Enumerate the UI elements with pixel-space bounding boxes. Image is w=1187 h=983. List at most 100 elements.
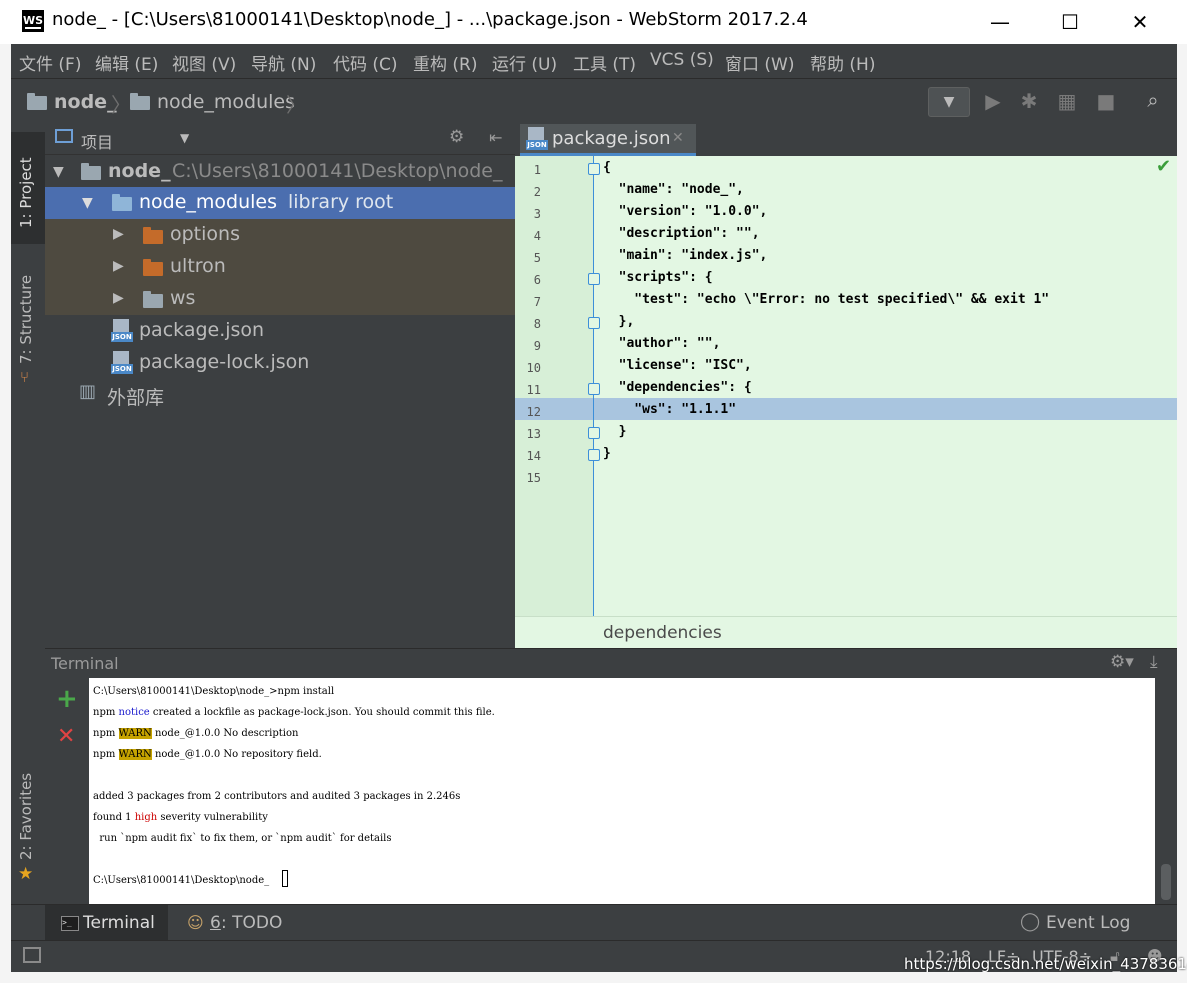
coverage-icon[interactable]: ▦ xyxy=(1055,89,1079,113)
gear-icon[interactable]: ⚙ xyxy=(449,127,464,147)
tree-row-options[interactable]: ▶ options xyxy=(45,219,515,251)
json-file-icon: JSON xyxy=(526,127,548,151)
editor-breadcrumb[interactable]: dependencies xyxy=(603,623,722,643)
editor-tab-package-json[interactable]: JSON package.json ✕ xyxy=(520,124,696,156)
run-config-dropdown[interactable]: ▼ xyxy=(928,87,970,117)
tree-row-package-lock-json[interactable]: JSON package-lock.json xyxy=(45,347,515,379)
watermark: https://blog.csdn.net/weixin_43783614 xyxy=(904,955,1187,973)
terminal-text: severity vulnerability xyxy=(157,812,268,823)
warn-badge: WARN xyxy=(118,728,152,739)
code-line: "version": "1.0.0", xyxy=(603,204,768,219)
breadcrumb-project[interactable]: node_ xyxy=(54,91,117,113)
new-session-plus-icon[interactable]: + xyxy=(56,684,78,714)
bottom-tool-tabs: >_ Terminal ☺ 6 : TODO ◯ Event Log xyxy=(11,904,1177,941)
maximize-icon[interactable]: ☐ xyxy=(1035,0,1105,44)
view-dropdown-icon[interactable]: ▼ xyxy=(180,131,189,145)
run-icon[interactable]: ▶ xyxy=(981,89,1005,113)
tab-structure[interactable]: 7: Structure ⑂ xyxy=(11,264,45,394)
terminal-line: npm notice created a lockfile as package… xyxy=(93,707,495,718)
menu-help[interactable]: 帮助 (H) xyxy=(810,50,875,75)
folder-label: options xyxy=(170,223,240,245)
todo-icon: ☺ xyxy=(187,913,204,932)
tree-row-node-modules[interactable]: ▼ node_modules library root xyxy=(45,187,515,219)
line-number: 3 xyxy=(533,207,541,221)
tool-windows-toggle-icon[interactable] xyxy=(23,947,41,963)
close-session-icon[interactable]: ✕ xyxy=(57,724,75,749)
hide-panel-icon[interactable]: ⤓ xyxy=(1150,652,1158,672)
project-panel-title[interactable]: 项目 xyxy=(81,129,113,153)
fold-marker-icon[interactable] xyxy=(588,317,600,329)
menu-file[interactable]: 文件 (F) xyxy=(19,50,81,75)
menu-code[interactable]: 代码 (C) xyxy=(333,50,398,75)
fold-marker-icon[interactable] xyxy=(588,383,600,395)
code-line: } xyxy=(603,424,627,439)
debug-icon[interactable]: ✱ xyxy=(1017,89,1041,113)
terminal-icon: >_ xyxy=(61,916,79,931)
terminal-line: C:\Users\81000141\Desktop\node_>npm inst… xyxy=(93,686,334,697)
fold-marker-icon[interactable] xyxy=(588,273,600,285)
collapse-panel-icon[interactable]: ⇤ xyxy=(489,128,502,147)
stop-icon[interactable]: ■ xyxy=(1094,89,1118,113)
line-number: 15 xyxy=(526,471,541,485)
tab-terminal[interactable]: >_ Terminal xyxy=(45,905,168,941)
background-window-strip-left xyxy=(0,44,11,983)
menu-vcs[interactable]: VCS (S) xyxy=(650,50,714,70)
terminal-line: npm WARN node_@1.0.0 No description xyxy=(93,728,298,739)
close-icon[interactable]: ✕ xyxy=(1105,0,1175,44)
webstorm-logo: WS xyxy=(22,10,44,32)
navigation-bar: node_ 〉 node_modules 〉 ▼ ▶ ✱ ▦ ■ ⌕ xyxy=(11,78,1177,126)
tab-favorites[interactable]: 2: Favorites ★ xyxy=(11,764,45,889)
tree-row-ultron[interactable]: ▶ ultron xyxy=(45,251,515,283)
terminal-text: npm xyxy=(93,749,119,760)
expanded-arrow-icon: ▼ xyxy=(82,195,93,211)
terminal-line: run `npm audit fix` to fix them, or `npm… xyxy=(93,833,391,844)
favorites-star-icon: ★ xyxy=(18,864,34,884)
menu-view[interactable]: 视图 (V) xyxy=(172,50,236,75)
terminal-text: node_@1.0.0 No description xyxy=(151,728,299,739)
menu-edit[interactable]: 编辑 (E) xyxy=(95,50,158,75)
breadcrumb-node-modules[interactable]: node_modules xyxy=(157,91,295,113)
fold-marker-icon[interactable] xyxy=(588,163,600,175)
terminal-text: C:\Users\81000141\Desktop\node_ xyxy=(93,875,270,886)
tab-project[interactable]: 1: Project xyxy=(11,132,45,244)
notice-tag: notice xyxy=(118,707,150,718)
code-line: "test": "echo \"Error: no test specified… xyxy=(603,292,1050,307)
tree-row-package-json[interactable]: JSON package.json xyxy=(45,315,515,347)
gear-icon[interactable]: ⚙▾ xyxy=(1110,652,1134,672)
tab-todo-number: 6 xyxy=(210,913,221,933)
minimize-icon[interactable]: — xyxy=(965,0,1035,44)
terminal-text: npm xyxy=(93,707,119,718)
tree-row-external-libraries[interactable]: ▥ 外部库 xyxy=(45,379,515,411)
menu-tools[interactable]: 工具 (T) xyxy=(573,50,636,75)
code-line: "author": "", xyxy=(603,336,721,351)
code-line: } xyxy=(603,446,611,461)
code-line: "name": "node_", xyxy=(603,182,744,197)
folder-icon xyxy=(81,163,101,180)
fold-marker-icon[interactable] xyxy=(588,449,600,461)
terminal-scrollbar[interactable] xyxy=(1155,678,1177,904)
menu-bar: 文件 (F) 编辑 (E) 视图 (V) 导航 (N) 代码 (C) 重构 (R… xyxy=(11,44,1177,78)
editor-tab-label: package.json xyxy=(552,128,671,149)
collapsed-arrow-icon: ▶ xyxy=(113,290,124,306)
scrollbar-thumb[interactable] xyxy=(1161,864,1171,900)
menu-refactor[interactable]: 重构 (R) xyxy=(413,50,477,75)
tab-event-log[interactable]: ◯ Event Log xyxy=(1016,905,1146,941)
menu-window[interactable]: 窗口 (W) xyxy=(725,50,794,75)
root-folder-path: C:\Users\81000141\Desktop\node_ xyxy=(172,160,503,182)
fold-marker-icon[interactable] xyxy=(588,427,600,439)
menu-navigate[interactable]: 导航 (N) xyxy=(251,50,316,75)
code-line: "main": "index.js", xyxy=(603,248,768,263)
line-number: 1 xyxy=(533,163,541,177)
structure-icon: ⑂ xyxy=(20,368,30,386)
project-panel-header: 项目 ▼ ⚙ ⇤ xyxy=(45,124,515,155)
folder-icon xyxy=(27,93,47,110)
tree-row-root[interactable]: ▼ node_ C:\Users\81000141\Desktop\node_ xyxy=(45,156,515,188)
menu-run[interactable]: 运行 (U) xyxy=(492,50,557,75)
search-icon[interactable]: ⌕ xyxy=(1141,88,1165,112)
line-number: 13 xyxy=(526,427,541,441)
terminal-text: node_@1.0.0 No repository field. xyxy=(151,749,322,760)
json-file-icon: JSON xyxy=(111,351,133,375)
tree-row-ws[interactable]: ▶ ws xyxy=(45,283,515,315)
close-tab-icon[interactable]: ✕ xyxy=(672,130,684,146)
tab-todo[interactable]: ☺ 6 : TODO xyxy=(181,905,291,941)
